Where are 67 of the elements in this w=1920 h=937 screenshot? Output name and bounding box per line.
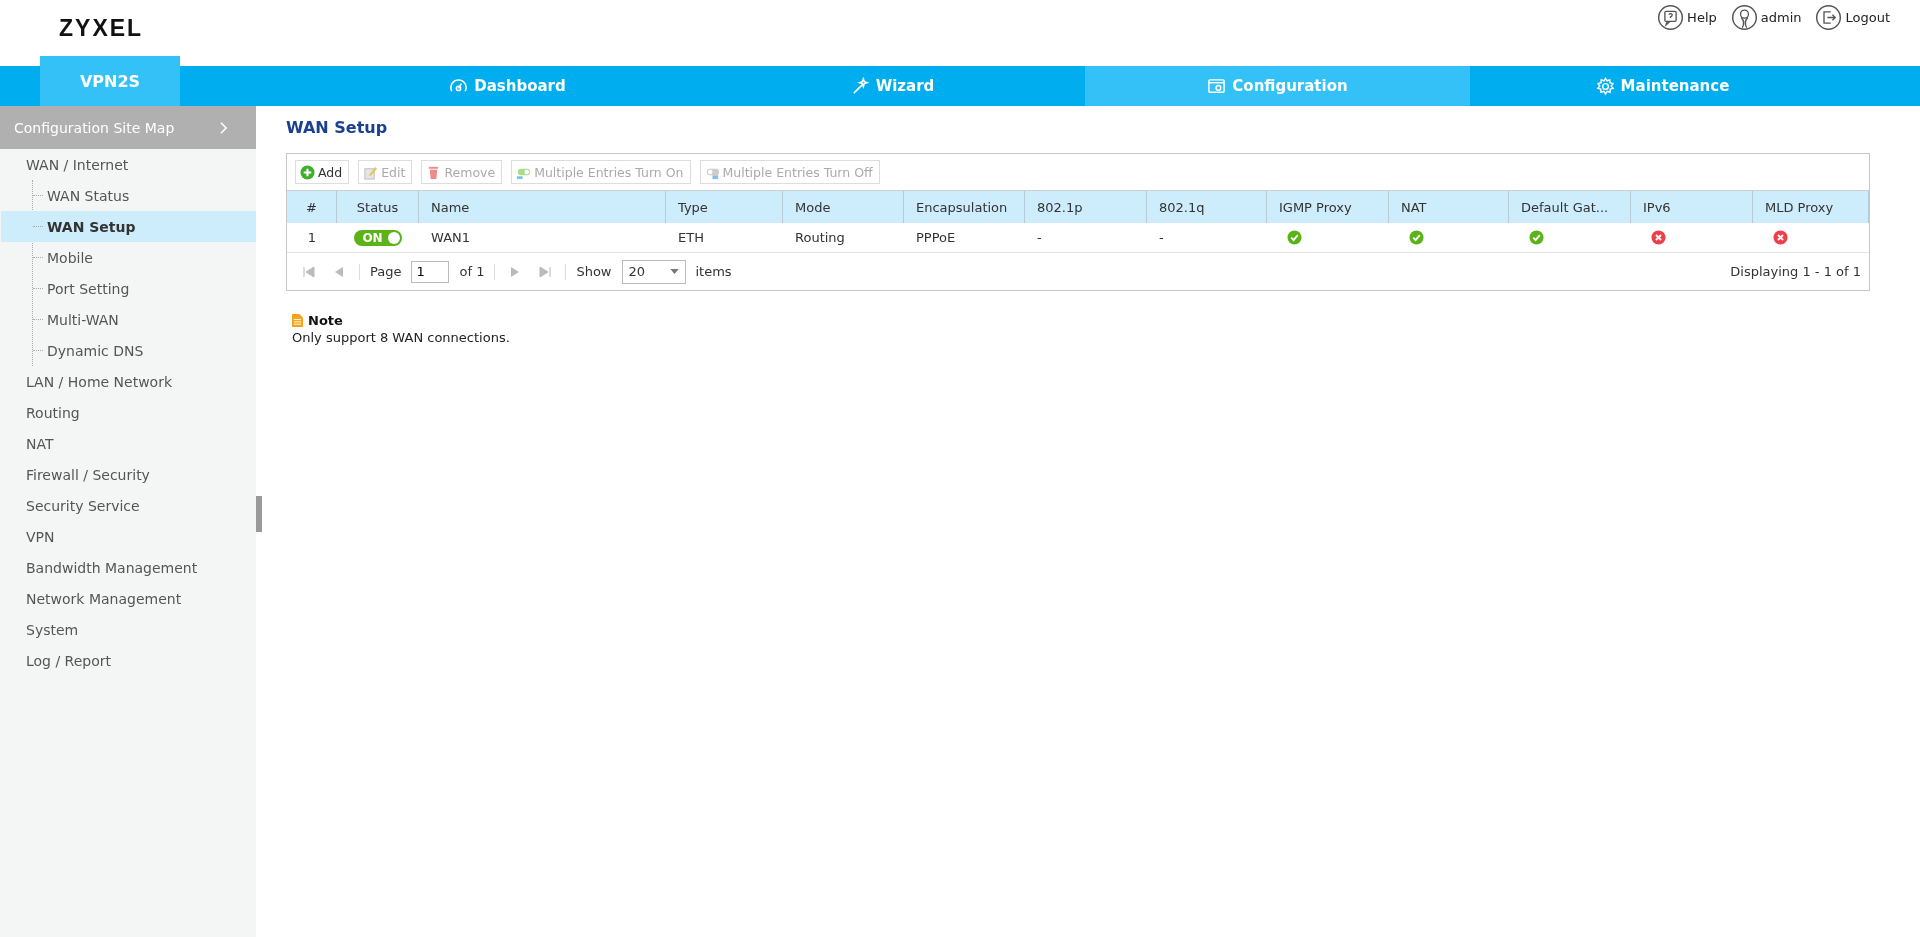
column-header[interactable]: Name bbox=[419, 191, 666, 223]
note-title: Note bbox=[308, 313, 343, 328]
column-header[interactable]: Type bbox=[666, 191, 783, 223]
sidebar-item[interactable]: Log / Report bbox=[0, 645, 256, 676]
sidebar-subitem[interactable]: Mobile bbox=[47, 249, 93, 266]
wand-icon bbox=[850, 76, 870, 96]
sidebar-item[interactable]: WAN / Internet bbox=[0, 149, 256, 180]
column-header[interactable]: 802.1q bbox=[1147, 191, 1267, 223]
column-header[interactable]: 802.1p bbox=[1025, 191, 1147, 223]
sidebar-subitem[interactable]: Multi-WAN bbox=[47, 311, 119, 328]
sidebar-subitem[interactable]: WAN Setup bbox=[47, 218, 136, 235]
settings-icon bbox=[1207, 76, 1227, 96]
sidebar-item[interactable]: Network Management bbox=[0, 583, 256, 614]
column-header[interactable]: IPv6 bbox=[1631, 191, 1753, 223]
plus-icon bbox=[300, 164, 315, 180]
chevron-right-icon bbox=[219, 120, 228, 135]
logo: ZYXEL bbox=[59, 15, 144, 42]
header-link[interactable]: Logout bbox=[1815, 4, 1890, 31]
column-header[interactable]: NAT bbox=[1389, 191, 1509, 223]
sidebar-subitem[interactable]: WAN Status bbox=[47, 187, 130, 204]
previous-page-icon[interactable] bbox=[333, 265, 345, 278]
sidebar-subitem[interactable]: Port Setting bbox=[47, 280, 130, 297]
column-header[interactable]: Mode bbox=[783, 191, 904, 223]
table-cell: Routing bbox=[795, 230, 845, 245]
column-header[interactable]: MLD Proxy bbox=[1753, 191, 1869, 223]
toolbar-button[interactable]: Add bbox=[295, 160, 350, 184]
page-title: WAN Setup bbox=[286, 118, 389, 137]
page-size-dropdown[interactable]: 20 bbox=[621, 259, 686, 284]
page-label: Page bbox=[370, 264, 402, 279]
caret-icon bbox=[669, 269, 679, 274]
table-cell: WAN1 bbox=[431, 230, 471, 245]
note-icon bbox=[292, 314, 303, 327]
page-input[interactable]: 1 bbox=[411, 260, 450, 283]
logout-icon bbox=[1815, 4, 1843, 31]
sidebar-subitem[interactable]: Dynamic DNS bbox=[47, 342, 144, 359]
show-label: Show bbox=[576, 264, 612, 279]
column-header[interactable]: # bbox=[287, 191, 337, 223]
table-cell: 1 bbox=[307, 230, 317, 245]
note-text: Only support 8 WAN connections. bbox=[292, 330, 511, 345]
sidebar-item[interactable]: VPN bbox=[0, 521, 256, 552]
first-page-icon[interactable] bbox=[303, 265, 315, 278]
sidebar-item[interactable]: Security Service bbox=[0, 490, 256, 521]
sidebar-item[interactable]: Firewall / Security bbox=[0, 459, 256, 490]
displaying-text: Displaying 1 - 1 of 1 bbox=[1730, 264, 1861, 279]
sidebar-item[interactable]: LAN / Home Network bbox=[0, 366, 256, 397]
table-cell: PPPoE bbox=[916, 230, 956, 245]
table-cell: - bbox=[1159, 230, 1164, 245]
sidebar-item[interactable]: System bbox=[0, 614, 256, 645]
page-count: of 1 bbox=[459, 264, 485, 279]
column-header[interactable]: Status bbox=[337, 191, 419, 223]
items-label: items bbox=[695, 264, 732, 279]
column-header[interactable]: Default Gat... bbox=[1509, 191, 1631, 223]
last-page-icon[interactable] bbox=[539, 265, 552, 278]
table-cell: - bbox=[1037, 230, 1042, 245]
column-header[interactable]: Encapsulation bbox=[904, 191, 1025, 223]
header-link[interactable]: Help bbox=[1657, 4, 1717, 31]
gear-icon bbox=[1595, 76, 1615, 96]
collapse-handle[interactable] bbox=[256, 496, 262, 532]
pencil-icon bbox=[363, 164, 379, 180]
header-link[interactable]: admin bbox=[1730, 4, 1802, 31]
user-icon bbox=[1730, 4, 1758, 31]
sidebar-item[interactable]: Bandwidth Management bbox=[0, 552, 256, 583]
help-icon bbox=[1657, 4, 1685, 31]
sidebar-item[interactable]: Routing bbox=[0, 397, 256, 428]
column-header[interactable]: IGMP Proxy bbox=[1267, 191, 1389, 223]
table-cell: ETH bbox=[678, 230, 704, 245]
sidebar-item[interactable]: NAT bbox=[0, 428, 256, 459]
